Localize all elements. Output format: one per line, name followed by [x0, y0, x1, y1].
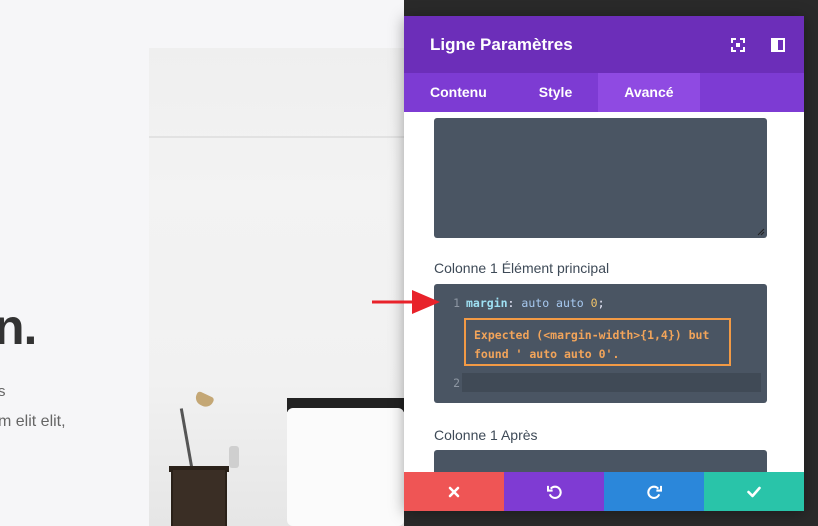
line-number: 2	[453, 376, 460, 390]
css-error-message: Expected (<margin-width>{1,4}) but found…	[464, 318, 731, 366]
code-line-1[interactable]: margin: auto auto 0;	[466, 296, 605, 310]
ceiling-line	[149, 136, 404, 138]
after-code-editor[interactable]	[434, 450, 767, 472]
error-line-2: found ' auto auto 0'.	[474, 347, 620, 361]
hero-text-line-2: m elit elit,	[0, 413, 66, 430]
nightstand	[171, 468, 227, 526]
tab-style[interactable]: Style	[513, 73, 598, 112]
resize-handle-icon[interactable]	[757, 228, 765, 236]
panel-header[interactable]: Ligne Paramètres	[404, 16, 804, 73]
after-label: Colonne 1 Après	[434, 427, 538, 443]
bed	[287, 408, 404, 526]
fullscreen-icon[interactable]	[718, 16, 758, 73]
close-icon	[448, 486, 460, 497]
css-number: 0	[590, 296, 598, 310]
redo-icon	[646, 485, 662, 499]
css-property: margin	[466, 296, 508, 310]
vase	[229, 446, 239, 468]
row-settings-panel: Ligne Paramètres Contenu Style Avancé Co…	[404, 16, 804, 511]
undo-button[interactable]	[504, 472, 604, 511]
active-code-line[interactable]	[462, 373, 761, 392]
redo-button[interactable]	[604, 472, 704, 511]
css-textarea[interactable]	[434, 118, 767, 238]
line-number: 1	[453, 296, 460, 310]
sidebar-icon[interactable]	[758, 16, 798, 73]
lamp-stem	[179, 408, 194, 468]
hero-title: n.	[0, 299, 37, 355]
panel-footer	[404, 472, 804, 511]
cancel-button[interactable]	[404, 472, 504, 511]
tab-avance[interactable]: Avancé	[598, 73, 700, 112]
annotation-arrow-icon	[372, 290, 440, 314]
error-line-1: Expected (<margin-width>{1,4}) but	[474, 328, 710, 342]
css-value: auto auto	[521, 296, 584, 310]
hero-image	[149, 48, 404, 526]
main-element-label: Colonne 1 Élément principal	[434, 260, 610, 276]
save-button[interactable]	[704, 472, 804, 511]
panel-tabs: Contenu Style Avancé	[404, 73, 804, 112]
check-icon	[747, 486, 761, 497]
panel-body: Colonne 1 Élément principal 1 margin: au…	[404, 112, 804, 472]
tab-contenu[interactable]: Contenu	[404, 73, 513, 112]
css-colon: :	[507, 296, 515, 310]
panel-title: Ligne Paramètres	[430, 34, 573, 54]
css-semicolon: ;	[597, 296, 605, 310]
undo-icon	[546, 485, 562, 499]
lamp-shade	[193, 390, 215, 410]
main-element-code-editor[interactable]: 1 margin: auto auto 0; Expected (<margin…	[434, 284, 767, 403]
hero-text-line-1: s	[0, 383, 6, 400]
